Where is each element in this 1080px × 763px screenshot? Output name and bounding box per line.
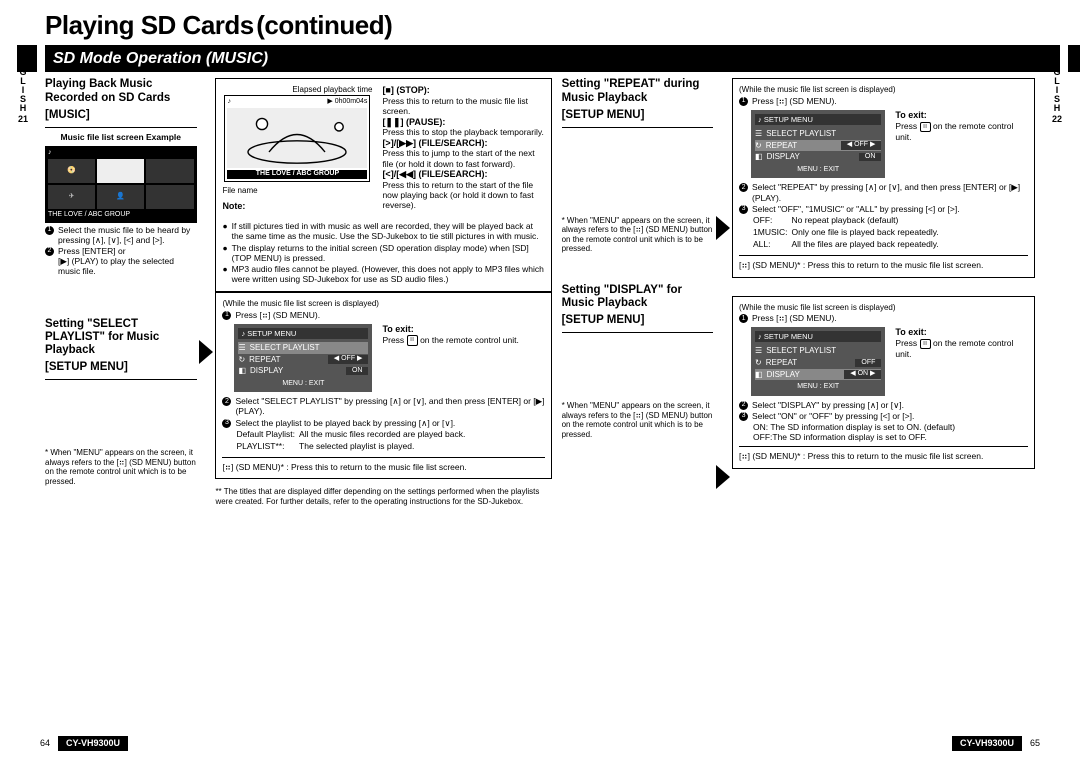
model-badge: CY-VH9300U: [952, 736, 1022, 751]
example-label: Music file list screen Example: [45, 132, 197, 142]
setup-menu-screen: ♪ SETUP MENU ☰SELECT PLAYLIST ↻REPEATOFF…: [751, 327, 885, 395]
setup-menu-screen: ♪ SETUP MENU ☰SELECT PLAYLIST ↻REPEAT◀ O…: [751, 110, 885, 178]
thumb: [146, 185, 193, 209]
page-title: Playing SD Cards (continued): [45, 10, 1060, 41]
btn-back: [<]/[◀◀] (FILE/SEARCH):: [382, 169, 544, 180]
arrow-icon: [716, 216, 730, 240]
step-text: Select "SELECT PLAYLIST" by pressing [∧]…: [235, 396, 544, 416]
to-exit-label: To exit:: [382, 324, 518, 335]
now-playing-screen: ♪▶ 0h00m04s THE LOVE / ABC GROUP: [224, 95, 370, 182]
thumb: [97, 159, 144, 183]
return-note: [⠶] (SD MENU)* : Press this to return to…: [739, 451, 1028, 461]
step-text: Press [⠶] (SD MENU).: [752, 313, 837, 323]
section-bar: SD Mode Operation (MUSIC): [45, 45, 1060, 72]
step-text: Press [ENTER] or[▶] (PLAY) to play the s…: [58, 246, 197, 277]
return-note: [⠶] (SD MENU)* : Press this to return to…: [222, 462, 544, 472]
heading-repeat-tag: [SETUP MENU]: [562, 109, 714, 123]
step-text: Press [⠶] (SD MENU).: [235, 310, 320, 320]
note-heading: Note:: [222, 201, 372, 212]
step-text: Press [⠶] (SD MENU).: [752, 96, 837, 106]
heading-repeat: Setting "REPEAT" during Music Playback: [562, 78, 714, 104]
heading-select-playlist: Setting "SELECT PLAYLIST" for Music Play…: [45, 318, 197, 358]
menu-footnote: * When "MENU" appears on the screen, it …: [45, 448, 197, 486]
setup-menu-screen: ♪ SETUP MENU ☰SELECT PLAYLIST ↻REPEAT◀ O…: [234, 324, 372, 392]
step-text: Select the music file to be heard by pre…: [58, 225, 197, 245]
thumb: 📀: [48, 159, 95, 183]
context-note: (While the music file list screen is dis…: [739, 303, 1028, 313]
model-badge: CY-VH9300U: [58, 736, 128, 751]
to-exit-text: Press ⠶ on the remote control unit.: [895, 338, 1028, 359]
step-text: Select "OFF", "1MUSIC" or "ALL" by press…: [752, 204, 960, 214]
to-exit-text: Press ⠶ on the remote control unit.: [382, 335, 518, 346]
heading-playback-tag: [MUSIC]: [45, 109, 197, 123]
btn-stop: [■] (STOP):: [382, 85, 544, 96]
to-exit-text: Press ⠶ on the remote control unit.: [895, 121, 1028, 142]
step-text: Select "REPEAT" by pressing [∧] or [∨], …: [752, 182, 1028, 202]
heading-select-playlist-tag: [SETUP MENU]: [45, 361, 197, 375]
context-note: (While the music file list screen is dis…: [739, 85, 1028, 95]
page-number-left: 64: [40, 738, 50, 749]
thumb: 👤: [97, 185, 144, 209]
context-note: (While the music file list screen is dis…: [222, 299, 544, 309]
step-text: Select the playlist to be played back by…: [235, 418, 455, 428]
menu-footnote: * When "MENU" appears on the screen, it …: [562, 401, 714, 439]
btn-pause: [❚❚] (PAUSE):: [382, 117, 544, 128]
step-text: Select "DISPLAY" by pressing [∧] or [∨].: [752, 400, 904, 410]
menu-footnote: * When "MENU" appears on the screen, it …: [562, 216, 714, 254]
to-exit-label: To exit:: [895, 110, 1028, 121]
thumb: [146, 159, 193, 183]
thumb: ✈: [48, 185, 95, 209]
heading-display: Setting "DISPLAY" for Music Playback: [562, 284, 714, 310]
page-number-right: 65: [1030, 738, 1040, 749]
to-exit-label: To exit:: [895, 327, 1028, 338]
heading-display-tag: [SETUP MENU]: [562, 314, 714, 328]
arrow-icon: [716, 465, 730, 489]
label-elapsed: Elapsed playback time: [222, 85, 372, 95]
label-filename: File name: [222, 186, 372, 196]
step-text: Select "ON" or "OFF" by pressing [<] or …: [752, 411, 914, 421]
arrow-icon: [199, 340, 213, 364]
file-list-screen: ♪ 📀 ✈ 👤 THE LOVE / ABC GROUP: [45, 146, 197, 223]
btn-fwd: [>]/[▶▶] (FILE/SEARCH):: [382, 138, 544, 149]
footnote: ** The titles that are displayed differ …: [215, 487, 551, 506]
heading-playback: Playing Back Music Recorded on SD Cards: [45, 78, 197, 104]
return-note: [⠶] (SD MENU)* : Press this to return to…: [739, 260, 1028, 270]
